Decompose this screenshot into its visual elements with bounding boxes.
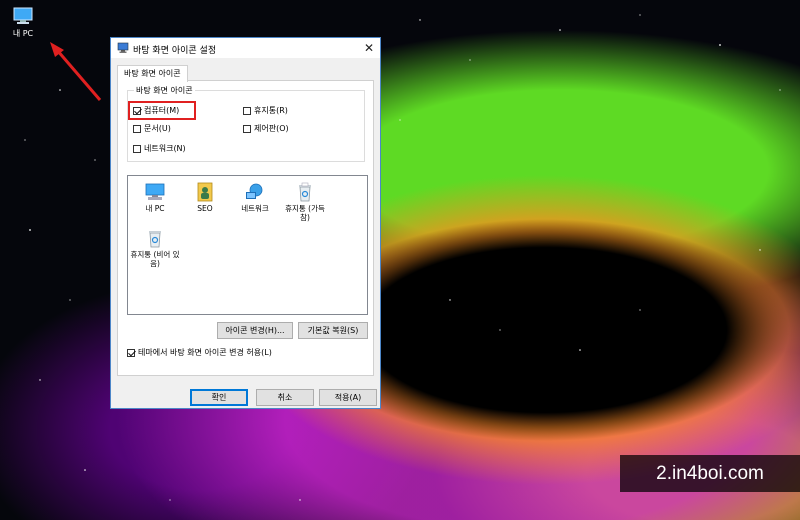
- computer-icon: [145, 183, 165, 200]
- user-folder-icon: [197, 182, 213, 202]
- checkbox-label: 네트워크(N): [144, 144, 186, 153]
- settings-icon: [117, 42, 129, 53]
- tab-desktop-icons[interactable]: 바탕 화면 아이콘: [117, 65, 188, 82]
- recycle-bin-empty-icon: [149, 231, 161, 248]
- checkbox-label: 휴지통(R): [254, 106, 288, 115]
- desktop-icon-settings-dialog: 바탕 화면 아이콘 설정 ✕ 바탕 화면 아이콘 바탕 화면 아이콘 컴퓨터(M…: [110, 37, 381, 409]
- icon-item-recycle-bin-full[interactable]: 휴지통 (가득 참): [280, 182, 330, 222]
- ok-button[interactable]: 확인: [190, 389, 248, 406]
- checkbox-documents[interactable]: 문서(U): [133, 123, 171, 134]
- icon-item-label: 네트워크: [241, 204, 269, 213]
- desktop-icons-group: 바탕 화면 아이콘 컴퓨터(M) 휴지통(R) 문서(U) 제어판(O) 네트워…: [127, 85, 365, 162]
- icon-item-network[interactable]: 네트워크: [230, 182, 280, 213]
- icon-item-label: SEO: [197, 204, 213, 213]
- icon-item-label: 휴지통 (가득 참): [285, 204, 325, 222]
- checkbox-control-panel[interactable]: 제어판(O): [243, 123, 289, 134]
- checkbox-allow-theme-change[interactable]: 테마에서 바탕 화면 아이콘 변경 허용(L): [127, 347, 272, 358]
- restore-default-button[interactable]: 기본값 복원(S): [298, 322, 368, 339]
- checkbox-label: 제어판(O): [254, 124, 289, 133]
- desktop-icon-my-pc[interactable]: 내 PC: [6, 6, 40, 39]
- title-bar[interactable]: 바탕 화면 아이콘 설정 ✕: [111, 38, 380, 58]
- checkbox-box: [127, 348, 135, 357]
- desktop-icon-label: 내 PC: [12, 29, 34, 38]
- icon-item-label: 휴지통 (비어 있음): [130, 250, 180, 268]
- checkbox-box: [133, 144, 141, 153]
- red-highlight-box: [128, 101, 196, 120]
- checkbox-box: [243, 106, 251, 115]
- icon-list[interactable]: 내 PC SEO 네트워크 휴지통 (가득 참) 휴지통 (비어 있음): [127, 175, 368, 315]
- checkbox-box: [133, 124, 141, 133]
- watermark: 2.in4boi.com: [620, 455, 800, 492]
- dialog-title: 바탕 화면 아이콘 설정: [133, 46, 217, 56]
- group-label: 바탕 화면 아이콘: [134, 85, 195, 96]
- icon-item-label: 내 PC: [145, 204, 165, 213]
- checkbox-box: [243, 124, 251, 133]
- change-icon-button[interactable]: 아이콘 변경(H)...: [217, 322, 293, 339]
- icon-item-user[interactable]: SEO: [180, 182, 230, 213]
- close-icon: ✕: [363, 41, 375, 55]
- icon-item-recycle-bin-empty[interactable]: 휴지통 (비어 있음): [130, 228, 180, 268]
- icon-item-my-pc[interactable]: 내 PC: [130, 182, 180, 213]
- cancel-button[interactable]: 취소: [256, 389, 314, 406]
- tab-panel: 바탕 화면 아이콘 컴퓨터(M) 휴지통(R) 문서(U) 제어판(O) 네트워…: [117, 80, 374, 376]
- close-button[interactable]: ✕: [358, 38, 380, 58]
- recycle-bin-full-icon: [299, 182, 311, 202]
- checkbox-recycle-bin[interactable]: 휴지통(R): [243, 105, 288, 116]
- checkbox-network[interactable]: 네트워크(N): [133, 143, 186, 154]
- apply-button[interactable]: 적용(A): [319, 389, 377, 406]
- checkbox-label: 테마에서 바탕 화면 아이콘 변경 허용(L): [138, 348, 272, 357]
- checkbox-label: 문서(U): [144, 124, 171, 133]
- computer-icon: [13, 7, 33, 24]
- network-icon: [246, 183, 263, 199]
